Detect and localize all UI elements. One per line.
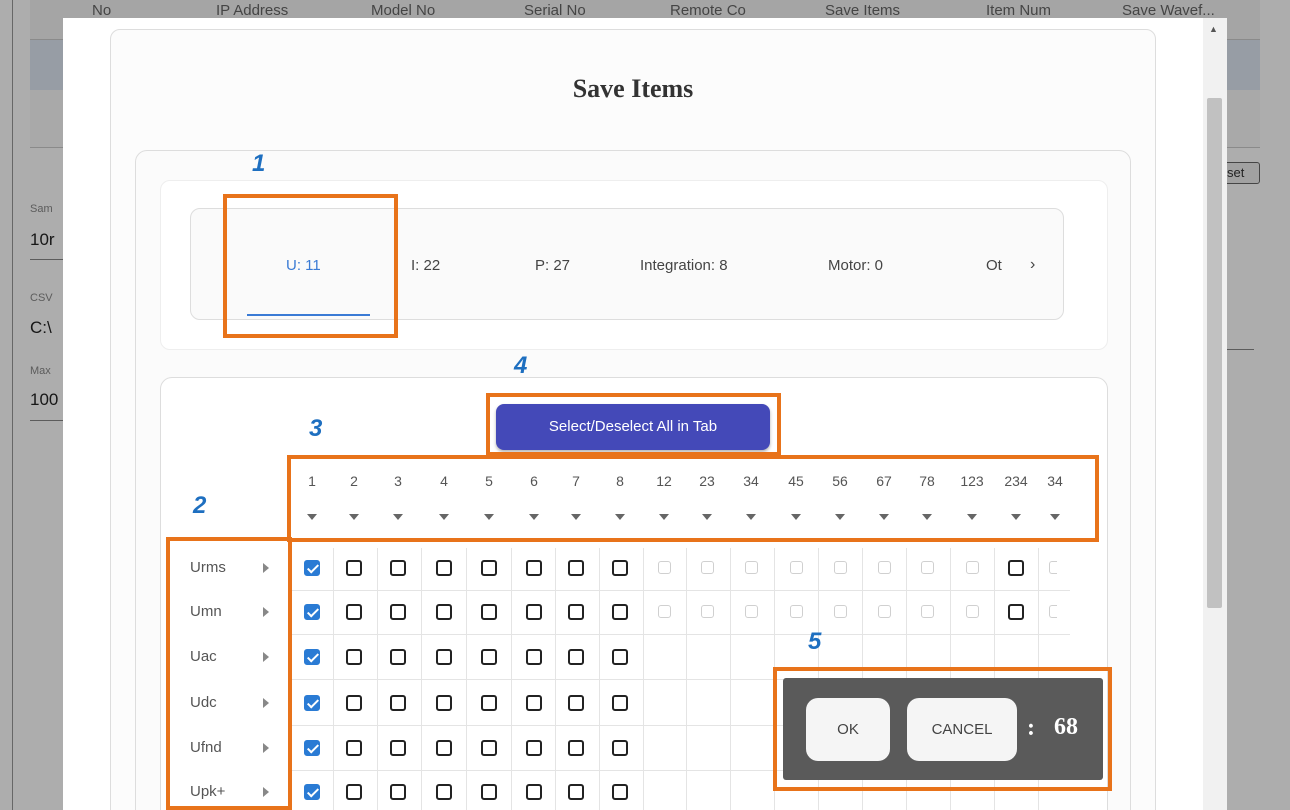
grid-line: [290, 590, 1070, 591]
annotation-label-2: 2: [193, 492, 207, 519]
annotation-label-3: 3: [309, 415, 323, 442]
item-checkbox[interactable]: [612, 740, 628, 756]
item-checkbox[interactable]: [390, 695, 406, 711]
annotation-label-1: 1: [252, 150, 266, 177]
scroll-up-icon[interactable]: ▲: [1209, 24, 1218, 34]
dialog-scrollbar[interactable]: ▲: [1203, 18, 1227, 810]
item-checkbox-disabled: [745, 605, 758, 618]
highlight-box-select-all: [486, 393, 781, 456]
item-checkbox[interactable]: [304, 784, 320, 800]
item-checkbox-disabled: [790, 561, 803, 574]
item-checkbox[interactable]: [1008, 604, 1024, 620]
annotation-label-5: 5: [808, 628, 822, 655]
item-checkbox-disabled: [701, 561, 714, 574]
item-checkbox[interactable]: [612, 604, 628, 620]
item-checkbox[interactable]: [304, 649, 320, 665]
item-checkbox[interactable]: [568, 604, 584, 620]
item-checkbox[interactable]: [526, 784, 542, 800]
highlight-box-rows: [166, 537, 292, 810]
item-checkbox-disabled: [921, 605, 934, 618]
item-checkbox[interactable]: [612, 649, 628, 665]
highlight-box-tabs: [223, 194, 398, 338]
item-checkbox[interactable]: [390, 784, 406, 800]
item-checkbox[interactable]: [1008, 560, 1024, 576]
annotation-label-4: 4: [514, 352, 528, 379]
item-checkbox[interactable]: [346, 695, 362, 711]
item-checkbox[interactable]: [568, 649, 584, 665]
item-checkbox-disabled: [966, 605, 979, 618]
highlight-box-actions: [773, 667, 1112, 791]
item-checkbox[interactable]: [436, 560, 452, 576]
dialog-title: Save Items: [572, 74, 694, 103]
item-checkbox[interactable]: [526, 604, 542, 620]
item-checkbox-disabled: [834, 561, 847, 574]
item-checkbox[interactable]: [612, 784, 628, 800]
item-checkbox[interactable]: [346, 784, 362, 800]
item-checkbox[interactable]: [436, 740, 452, 756]
item-checkbox[interactable]: [481, 784, 497, 800]
item-checkbox[interactable]: [612, 695, 628, 711]
item-checkbox[interactable]: [390, 740, 406, 756]
item-checkbox[interactable]: [568, 740, 584, 756]
item-checkbox[interactable]: [481, 695, 497, 711]
item-checkbox[interactable]: [526, 695, 542, 711]
item-checkbox[interactable]: [436, 649, 452, 665]
item-checkbox[interactable]: [346, 740, 362, 756]
item-checkbox[interactable]: [346, 560, 362, 576]
item-checkbox[interactable]: [481, 740, 497, 756]
item-checkbox-disabled: [658, 605, 671, 618]
item-checkbox-disabled: [921, 561, 934, 574]
item-checkbox[interactable]: [526, 740, 542, 756]
tab-motor[interactable]: Motor: 0: [828, 257, 883, 274]
item-checkbox-disabled: [966, 561, 979, 574]
item-checkbox[interactable]: [304, 695, 320, 711]
item-checkbox[interactable]: [526, 649, 542, 665]
item-checkbox[interactable]: [436, 604, 452, 620]
chevron-right-icon[interactable]: ›: [1030, 256, 1035, 274]
item-checkbox-disabled: [878, 605, 891, 618]
item-checkbox[interactable]: [436, 784, 452, 800]
item-checkbox[interactable]: [481, 560, 497, 576]
item-checkbox[interactable]: [481, 649, 497, 665]
tab-i[interactable]: I: 22: [411, 257, 440, 274]
item-checkbox[interactable]: [304, 740, 320, 756]
item-checkbox[interactable]: [304, 560, 320, 576]
tab-other[interactable]: Ot: [986, 257, 1002, 274]
item-checkbox-disabled: [790, 605, 803, 618]
grid-line: [290, 634, 1070, 635]
item-checkbox[interactable]: [304, 604, 320, 620]
item-checkbox-disabled: [878, 561, 891, 574]
tab-p[interactable]: P: 27: [535, 257, 570, 274]
item-checkbox[interactable]: [526, 560, 542, 576]
item-checkbox[interactable]: [346, 604, 362, 620]
tab-integration[interactable]: Integration: 8: [640, 257, 728, 274]
item-checkbox[interactable]: [612, 560, 628, 576]
item-checkbox[interactable]: [390, 604, 406, 620]
item-checkbox[interactable]: [436, 695, 452, 711]
item-checkbox[interactable]: [390, 560, 406, 576]
item-checkbox-disabled: [658, 561, 671, 574]
item-checkbox-disabled: [701, 605, 714, 618]
item-checkbox[interactable]: [346, 649, 362, 665]
item-checkbox[interactable]: [390, 649, 406, 665]
item-checkbox-disabled: [1049, 605, 1057, 618]
item-checkbox-disabled: [1049, 561, 1057, 574]
item-checkbox[interactable]: [568, 695, 584, 711]
item-checkbox[interactable]: [481, 604, 497, 620]
item-checkbox[interactable]: [568, 784, 584, 800]
item-checkbox-disabled: [745, 561, 758, 574]
item-checkbox-disabled: [834, 605, 847, 618]
scrollbar-thumb[interactable]: [1207, 98, 1222, 608]
highlight-box-columns: [287, 455, 1099, 542]
item-checkbox[interactable]: [568, 560, 584, 576]
